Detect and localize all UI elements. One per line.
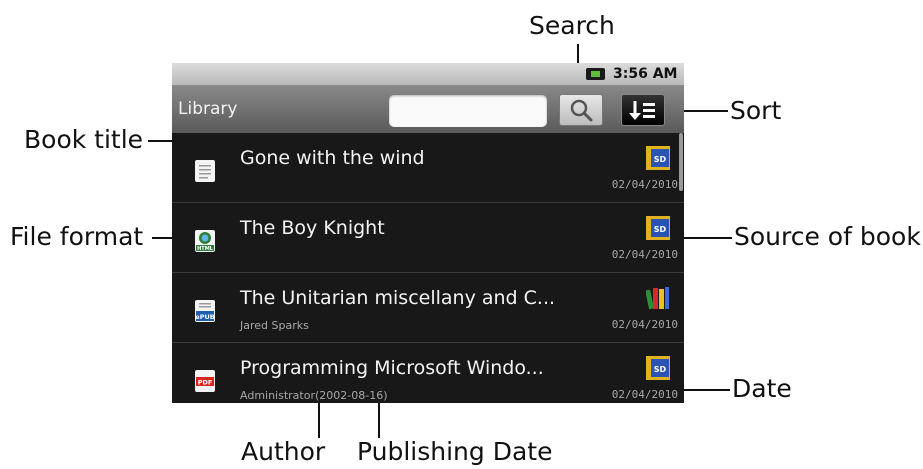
book-author: Administrator(2002-08-16) bbox=[240, 389, 388, 402]
leader-date bbox=[680, 389, 730, 391]
list-item[interactable]: HTML The Boy Knight SD 02/04/2010 bbox=[172, 203, 684, 273]
txt-file-icon bbox=[195, 160, 215, 182]
leader-author bbox=[318, 403, 320, 438]
book-date: 02/04/2010 bbox=[611, 388, 678, 401]
list-item[interactable]: PDF Programming Microsoft Windo... Admin… bbox=[172, 343, 684, 403]
pdf-file-icon: PDF bbox=[195, 370, 215, 392]
status-time: 3:56 AM bbox=[613, 66, 678, 82]
book-date: 02/04/2010 bbox=[611, 248, 678, 261]
book-date: 02/04/2010 bbox=[611, 318, 678, 331]
device-screen: 3:56 AM Library Gone with the wind SD 02… bbox=[172, 63, 684, 403]
callout-file-format: File format bbox=[10, 222, 144, 251]
callout-author: Author bbox=[241, 437, 326, 466]
title-bar: Library bbox=[172, 85, 684, 133]
sort-button[interactable] bbox=[621, 94, 665, 126]
callout-source-of-book: Source of book bbox=[734, 222, 921, 251]
book-title: Programming Microsoft Windo... bbox=[240, 357, 544, 379]
book-author: Jared Sparks bbox=[240, 319, 309, 332]
book-title: The Boy Knight bbox=[240, 217, 385, 239]
svg-text:HTML: HTML bbox=[197, 246, 214, 252]
epub-file-icon: ePUB bbox=[195, 300, 215, 322]
book-title: The Unitarian miscellany and C... bbox=[240, 287, 556, 309]
callout-search: Search bbox=[529, 11, 615, 40]
bookshelf-icon bbox=[646, 287, 669, 310]
sd-card-icon: SD bbox=[646, 356, 670, 380]
leader-publishing-date bbox=[378, 403, 380, 438]
list-item[interactable]: ePUB The Unitarian miscellany and C... J… bbox=[172, 273, 684, 343]
callout-publishing-date: Publishing Date bbox=[357, 437, 553, 466]
callout-sort: Sort bbox=[730, 96, 782, 125]
book-title: Gone with the wind bbox=[240, 147, 425, 169]
book-list: Gone with the wind SD 02/04/2010 HTML Th… bbox=[172, 133, 684, 403]
svg-text:SD: SD bbox=[654, 365, 667, 374]
search-button[interactable] bbox=[559, 94, 603, 126]
magnifier-icon bbox=[570, 99, 593, 122]
battery-charging-icon bbox=[586, 68, 605, 80]
svg-text:PDF: PDF bbox=[198, 379, 213, 387]
book-date: 02/04/2010 bbox=[611, 178, 678, 191]
status-bar: 3:56 AM bbox=[172, 63, 684, 85]
page-title: Library bbox=[178, 99, 238, 119]
sort-down-list-icon bbox=[629, 101, 655, 120]
svg-text:SD: SD bbox=[654, 155, 667, 164]
sd-card-icon: SD bbox=[646, 216, 670, 240]
html-file-icon: HTML bbox=[195, 230, 215, 252]
list-item[interactable]: Gone with the wind SD 02/04/2010 bbox=[172, 133, 684, 203]
sd-card-icon: SD bbox=[646, 146, 670, 170]
callout-book-title: Book title bbox=[24, 125, 144, 154]
svg-text:ePUB: ePUB bbox=[195, 313, 214, 321]
callout-date: Date bbox=[732, 374, 792, 403]
search-input[interactable] bbox=[389, 95, 547, 127]
svg-text:SD: SD bbox=[654, 225, 667, 234]
